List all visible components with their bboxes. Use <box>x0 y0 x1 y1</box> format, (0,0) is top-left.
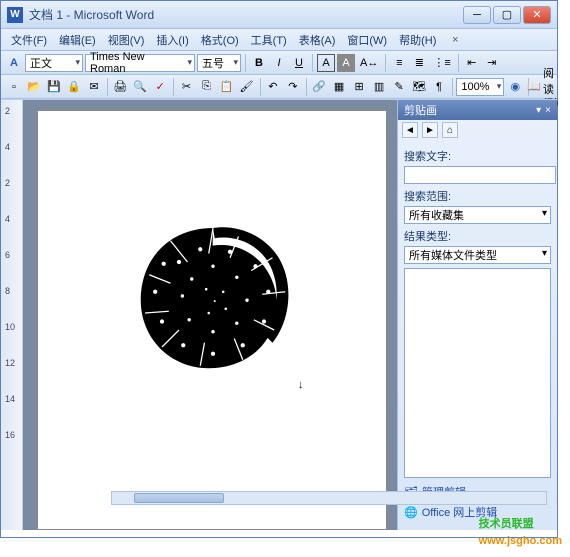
taskpane-home-button[interactable]: ⌂ <box>442 122 458 138</box>
formatting-toolbar: A 正文 Times New Roman 五号 B I U A A A↔ ≡ ≣… <box>1 51 557 75</box>
numbering-button[interactable]: ≣ <box>410 54 428 72</box>
help-button[interactable]: ◉ <box>506 78 524 96</box>
spellcheck-button[interactable]: ✓ <box>151 78 169 96</box>
globe-icon: 🌐 <box>404 506 418 519</box>
menu-file[interactable]: 文件(F) <box>5 30 53 50</box>
bullets-button[interactable]: ⋮≡ <box>430 54 453 72</box>
page-canvas: ↓ ▴ ▾ ⦿ ● ⦿ 剪贴画 ▾ <box>23 100 557 530</box>
horizontal-scrollbar[interactable] <box>111 491 547 505</box>
taskpane-close-button[interactable]: × <box>545 105 551 116</box>
search-input[interactable] <box>404 166 556 184</box>
menu-help[interactable]: 帮助(H) <box>393 30 442 50</box>
window-controls: ─ ▢ ✕ <box>461 6 551 24</box>
clipart-shell[interactable] <box>128 211 298 381</box>
clipart-taskpane: 剪贴画 ▾ × ◄ ► ⌂ 搜索文字: <box>397 100 557 530</box>
align-left-button[interactable]: ≡ <box>390 54 408 72</box>
size-combo[interactable]: 五号 <box>197 54 241 72</box>
bold-button[interactable]: B <box>250 54 268 72</box>
indent-increase-button[interactable]: ⇥ <box>483 54 501 72</box>
standard-toolbar: ▫ 📂 💾 🔒 ✉ 🖨 🔍 ✓ ✂ ⎘ 📋 🖌 ↶ ↷ 🔗 ▦ ⊞ ▥ ✎ 🗺 … <box>1 75 557 99</box>
print-button[interactable]: 🖨 <box>111 78 129 96</box>
style-combo[interactable]: 正文 <box>25 54 83 72</box>
taskpane-title: 剪贴画 ▾ × <box>398 100 557 120</box>
char-shading-button[interactable]: A <box>337 54 355 72</box>
hscroll-thumb[interactable] <box>134 493 224 503</box>
taskpane-nav: ◄ ► ⌂ <box>398 120 557 140</box>
maximize-button[interactable]: ▢ <box>493 6 521 24</box>
style-format-icon[interactable]: A <box>5 54 23 72</box>
type-label: 结果类型: <box>404 228 551 244</box>
menu-table[interactable]: 表格(A) <box>293 30 342 50</box>
menu-window[interactable]: 窗口(W) <box>341 30 393 50</box>
redo-button[interactable]: ↷ <box>284 78 302 96</box>
vertical-ruler[interactable]: 24246810121416 <box>1 100 23 530</box>
app-window: W 文档 1 - Microsoft Word ─ ▢ ✕ 文件(F) 编辑(E… <box>0 0 558 538</box>
search-label: 搜索文字: <box>404 148 551 164</box>
type-select[interactable]: 所有媒体文件类型 <box>404 246 551 264</box>
scope-label: 搜索范围: <box>404 188 551 204</box>
results-box <box>404 268 551 478</box>
doc-map-button[interactable]: 🗺 <box>410 78 428 96</box>
tables-borders-button[interactable]: ▦ <box>330 78 348 96</box>
doc-close-button[interactable]: × <box>448 33 462 47</box>
cut-button[interactable]: ✂ <box>178 78 196 96</box>
format-painter-button[interactable]: 🖌 <box>238 78 256 96</box>
scope-select[interactable]: 所有收藏集 <box>404 206 551 224</box>
cursor-mark: ↓ <box>298 379 304 391</box>
minimize-button[interactable]: ─ <box>463 6 491 24</box>
word-app-icon: W <box>7 7 23 23</box>
undo-button[interactable]: ↶ <box>264 78 282 96</box>
taskpane-dropdown-icon[interactable]: ▾ <box>536 105 541 116</box>
paste-button[interactable]: 📋 <box>218 78 236 96</box>
new-doc-button[interactable]: ▫ <box>5 78 23 96</box>
hyperlink-button[interactable]: 🔗 <box>310 78 328 96</box>
window-title: 文档 1 - Microsoft Word <box>29 6 461 23</box>
taskpane-back-button[interactable]: ◄ <box>402 122 418 138</box>
menu-format[interactable]: 格式(O) <box>195 30 245 50</box>
font-combo[interactable]: Times New Roman <box>85 54 195 72</box>
insert-table-button[interactable]: ⊞ <box>350 78 368 96</box>
titlebar: W 文档 1 - Microsoft Word ─ ▢ ✕ <box>1 1 557 29</box>
underline-button[interactable]: U <box>290 54 308 72</box>
columns-button[interactable]: ▥ <box>370 78 388 96</box>
taskpane-forward-button[interactable]: ► <box>422 122 438 138</box>
permission-button[interactable]: 🔒 <box>65 78 83 96</box>
copy-button[interactable]: ⎘ <box>198 78 216 96</box>
zoom-combo[interactable]: 100% <box>456 78 504 96</box>
reading-layout-button[interactable]: 📖阅读(R) <box>533 78 553 96</box>
email-button[interactable]: ✉ <box>85 78 103 96</box>
menu-view[interactable]: 视图(V) <box>102 30 151 50</box>
close-button[interactable]: ✕ <box>523 6 551 24</box>
char-scale-button[interactable]: A↔ <box>357 54 381 72</box>
menu-tools[interactable]: 工具(T) <box>245 30 293 50</box>
menu-insert[interactable]: 插入(I) <box>150 30 194 50</box>
drawing-toolbar-button[interactable]: ✎ <box>390 78 408 96</box>
menu-edit[interactable]: 编辑(E) <box>53 30 102 50</box>
office-online-link[interactable]: 🌐Office 网上剪辑 <box>404 502 551 522</box>
menubar: 文件(F) 编辑(E) 视图(V) 插入(I) 格式(O) 工具(T) 表格(A… <box>1 29 557 51</box>
char-border-button[interactable]: A <box>317 54 335 72</box>
italic-button[interactable]: I <box>270 54 288 72</box>
document-page[interactable]: ↓ <box>37 110 387 530</box>
save-button[interactable]: 💾 <box>45 78 63 96</box>
indent-decrease-button[interactable]: ⇤ <box>463 54 481 72</box>
show-marks-button[interactable]: ¶ <box>430 78 448 96</box>
print-preview-button[interactable]: 🔍 <box>131 78 149 96</box>
document-area: L 224681012141618202224262830323436 2424… <box>1 99 557 487</box>
open-button[interactable]: 📂 <box>25 78 43 96</box>
